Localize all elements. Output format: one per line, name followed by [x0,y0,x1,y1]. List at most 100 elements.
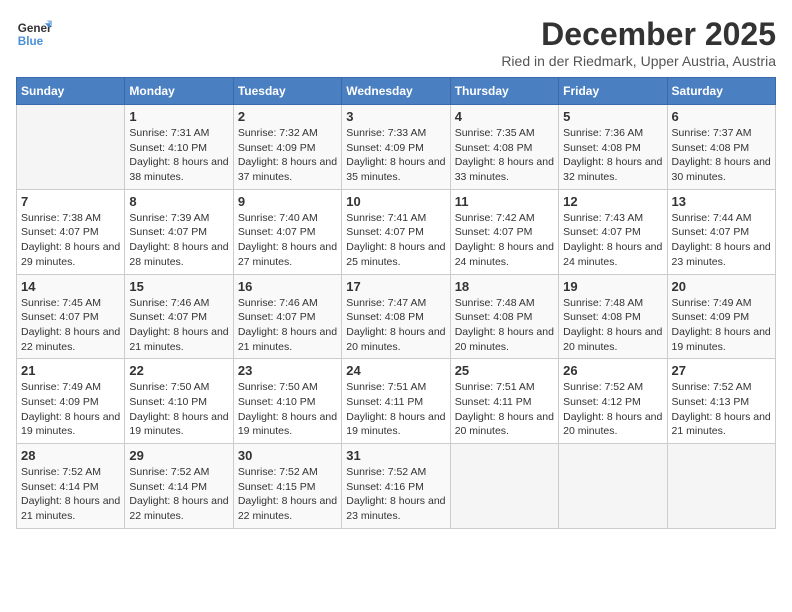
day-info: Sunrise: 7:51 AMSunset: 4:11 PMDaylight:… [455,380,554,439]
day-info: Sunrise: 7:37 AMSunset: 4:08 PMDaylight:… [672,126,771,185]
day-number: 24 [346,363,445,378]
page-header: General Blue December 2025 Ried in der R… [16,16,776,69]
day-info: Sunrise: 7:48 AMSunset: 4:08 PMDaylight:… [563,296,662,355]
day-info: Sunrise: 7:36 AMSunset: 4:08 PMDaylight:… [563,126,662,185]
day-number: 19 [563,279,662,294]
calendar-cell: 6 Sunrise: 7:37 AMSunset: 4:08 PMDaylight… [667,105,775,190]
calendar-cell: 18Sunrise: 7:48 AMSunset: 4:08 PMDayligh… [450,274,558,359]
day-number: 1 [129,109,228,124]
day-info: Sunrise: 7:38 AMSunset: 4:07 PMDaylight:… [21,211,120,270]
day-info: Sunrise: 7:43 AMSunset: 4:07 PMDaylight:… [563,211,662,270]
day-info: Sunrise: 7:39 AMSunset: 4:07 PMDaylight:… [129,211,228,270]
calendar-cell: 30 Sunrise: 7:52 AMSunset: 4:15 PMDayligh… [233,444,341,529]
day-number: 27 [672,363,771,378]
calendar-cell: 11Sunrise: 7:42 AMSunset: 4:07 PMDayligh… [450,189,558,274]
day-number: 8 [129,194,228,209]
calendar-cell: 21 Sunrise: 7:49 AMSunset: 4:09 PMDayligh… [17,359,125,444]
day-number: 16 [238,279,337,294]
day-number: 6 [672,109,771,124]
header-day-friday: Friday [559,78,667,105]
calendar-cell: 20 Sunrise: 7:49 AMSunset: 4:09 PMDayligh… [667,274,775,359]
header-day-wednesday: Wednesday [342,78,450,105]
day-info: Sunrise: 7:52 AMSunset: 4:14 PMDaylight:… [21,465,120,524]
calendar-cell: 15Sunrise: 7:46 AMSunset: 4:07 PMDayligh… [125,274,233,359]
title-section: December 2025 Ried in der Riedmark, Uppe… [501,16,776,69]
header-row: SundayMondayTuesdayWednesdayThursdayFrid… [17,78,776,105]
calendar-week-3: 14 Sunrise: 7:45 AMSunset: 4:07 PMDayligh… [17,274,776,359]
day-number: 22 [129,363,228,378]
day-number: 25 [455,363,554,378]
calendar-cell: 24 Sunrise: 7:51 AMSunset: 4:11 PMDayligh… [342,359,450,444]
location-subtitle: Ried in der Riedmark, Upper Austria, Aus… [501,53,776,69]
day-info: Sunrise: 7:52 AMSunset: 4:12 PMDaylight:… [563,380,662,439]
calendar-cell [559,444,667,529]
day-info: Sunrise: 7:46 AMSunset: 4:07 PMDaylight:… [238,296,337,355]
day-info: Sunrise: 7:41 AMSunset: 4:07 PMDaylight:… [346,211,445,270]
calendar-cell: 17Sunrise: 7:47 AMSunset: 4:08 PMDayligh… [342,274,450,359]
calendar-cell: 7 Sunrise: 7:38 AMSunset: 4:07 PMDaylight… [17,189,125,274]
day-info: Sunrise: 7:31 AMSunset: 4:10 PMDaylight:… [129,126,228,185]
day-info: Sunrise: 7:46 AMSunset: 4:07 PMDaylight:… [129,296,228,355]
calendar-cell: 4 Sunrise: 7:35 AMSunset: 4:08 PMDaylight… [450,105,558,190]
calendar-cell: 22Sunrise: 7:50 AMSunset: 4:10 PMDayligh… [125,359,233,444]
day-number: 10 [346,194,445,209]
svg-text:Blue: Blue [18,35,44,48]
header-day-monday: Monday [125,78,233,105]
calendar-week-1: 1 Sunrise: 7:31 AMSunset: 4:10 PMDaylight… [17,105,776,190]
calendar-cell: 13Sunrise: 7:44 AMSunset: 4:07 PMDayligh… [667,189,775,274]
calendar-cell: 14 Sunrise: 7:45 AMSunset: 4:07 PMDayligh… [17,274,125,359]
calendar-cell: 1 Sunrise: 7:31 AMSunset: 4:10 PMDaylight… [125,105,233,190]
calendar-body: 1 Sunrise: 7:31 AMSunset: 4:10 PMDaylight… [17,105,776,529]
logo: General Blue [16,16,54,52]
calendar-cell: 8 Sunrise: 7:39 AMSunset: 4:07 PMDaylight… [125,189,233,274]
calendar-cell: 12 Sunrise: 7:43 AMSunset: 4:07 PMDayligh… [559,189,667,274]
day-number: 11 [455,194,554,209]
day-info: Sunrise: 7:40 AMSunset: 4:07 PMDaylight:… [238,211,337,270]
header-day-sunday: Sunday [17,78,125,105]
day-info: Sunrise: 7:51 AMSunset: 4:11 PMDaylight:… [346,380,445,439]
month-title: December 2025 [501,16,776,53]
calendar-table: SundayMondayTuesdayWednesdayThursdayFrid… [16,77,776,529]
day-info: Sunrise: 7:52 AMSunset: 4:15 PMDaylight:… [238,465,337,524]
day-info: Sunrise: 7:49 AMSunset: 4:09 PMDaylight:… [672,296,771,355]
calendar-cell [667,444,775,529]
day-number: 12 [563,194,662,209]
calendar-cell: 26Sunrise: 7:52 AMSunset: 4:12 PMDayligh… [559,359,667,444]
day-info: Sunrise: 7:52 AMSunset: 4:14 PMDaylight:… [129,465,228,524]
calendar-cell: 28 Sunrise: 7:52 AMSunset: 4:14 PMDayligh… [17,444,125,529]
day-number: 9 [238,194,337,209]
day-info: Sunrise: 7:33 AMSunset: 4:09 PMDaylight:… [346,126,445,185]
calendar-cell: 2 Sunrise: 7:32 AMSunset: 4:09 PMDaylight… [233,105,341,190]
calendar-cell: 29Sunrise: 7:52 AMSunset: 4:14 PMDayligh… [125,444,233,529]
day-number: 3 [346,109,445,124]
day-number: 2 [238,109,337,124]
calendar-cell [450,444,558,529]
day-info: Sunrise: 7:32 AMSunset: 4:09 PMDaylight:… [238,126,337,185]
day-number: 4 [455,109,554,124]
header-day-tuesday: Tuesday [233,78,341,105]
day-number: 20 [672,279,771,294]
calendar-cell: 3 Sunrise: 7:33 AMSunset: 4:09 PMDaylight… [342,105,450,190]
calendar-week-4: 21 Sunrise: 7:49 AMSunset: 4:09 PMDayligh… [17,359,776,444]
day-number: 14 [21,279,120,294]
day-number: 7 [21,194,120,209]
header-day-thursday: Thursday [450,78,558,105]
day-number: 28 [21,448,120,463]
calendar-cell: 10 Sunrise: 7:41 AMSunset: 4:07 PMDayligh… [342,189,450,274]
day-info: Sunrise: 7:35 AMSunset: 4:08 PMDaylight:… [455,126,554,185]
day-info: Sunrise: 7:45 AMSunset: 4:07 PMDaylight:… [21,296,120,355]
calendar-week-2: 7 Sunrise: 7:38 AMSunset: 4:07 PMDaylight… [17,189,776,274]
day-number: 5 [563,109,662,124]
calendar-header: SundayMondayTuesdayWednesdayThursdayFrid… [17,78,776,105]
day-number: 17 [346,279,445,294]
day-number: 21 [21,363,120,378]
day-info: Sunrise: 7:52 AMSunset: 4:16 PMDaylight:… [346,465,445,524]
day-info: Sunrise: 7:44 AMSunset: 4:07 PMDaylight:… [672,211,771,270]
calendar-cell: 27Sunrise: 7:52 AMSunset: 4:13 PMDayligh… [667,359,775,444]
calendar-cell: 25 Sunrise: 7:51 AMSunset: 4:11 PMDayligh… [450,359,558,444]
day-number: 30 [238,448,337,463]
day-info: Sunrise: 7:49 AMSunset: 4:09 PMDaylight:… [21,380,120,439]
calendar-cell [17,105,125,190]
calendar-cell: 23Sunrise: 7:50 AMSunset: 4:10 PMDayligh… [233,359,341,444]
calendar-cell: 19 Sunrise: 7:48 AMSunset: 4:08 PMDayligh… [559,274,667,359]
